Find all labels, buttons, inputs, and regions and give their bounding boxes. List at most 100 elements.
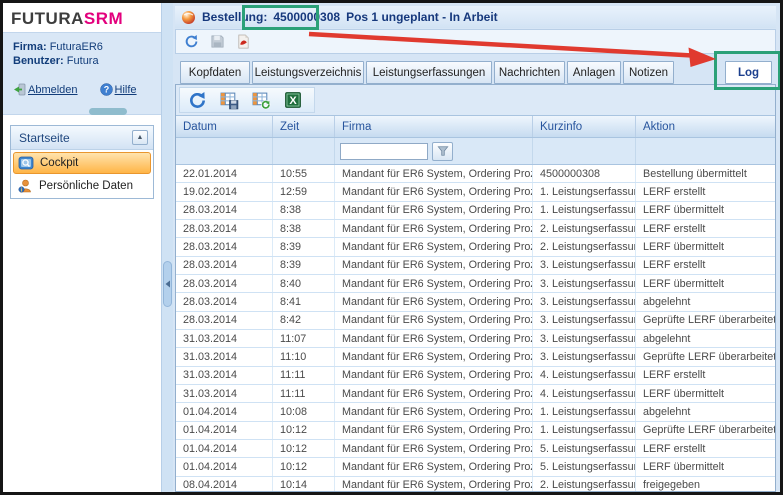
app-logo: FUTURASRM bbox=[3, 3, 161, 32]
cell-firma: Mandant für ER6 System, Ordering Prozess bbox=[335, 202, 533, 219]
order-toolbar bbox=[175, 29, 776, 54]
firma-filter-button[interactable] bbox=[432, 142, 453, 161]
svg-text:X: X bbox=[289, 95, 297, 107]
export-table-save-button[interactable] bbox=[220, 91, 239, 110]
table-row[interactable]: 01.04.2014 10:12 Mandant für ER6 System,… bbox=[176, 440, 775, 458]
table-row[interactable]: 31.03.2014 11:07 Mandant für ER6 System,… bbox=[176, 330, 775, 348]
cell-aktion: LERF übermittelt bbox=[636, 385, 775, 402]
tab-anlagen[interactable]: Anlagen bbox=[567, 61, 621, 84]
pdf-export-button[interactable] bbox=[236, 34, 251, 49]
table-row[interactable]: 19.02.2014 12:59 Mandant für ER6 System,… bbox=[176, 183, 775, 201]
table-row[interactable]: 28.03.2014 8:39 Mandant für ER6 System, … bbox=[176, 238, 775, 256]
cell-kurzinfo: 1. Leistungserfassung bbox=[533, 403, 636, 420]
column-header-datum[interactable]: Datum bbox=[176, 116, 273, 137]
tab-notizen[interactable]: Notizen bbox=[623, 61, 674, 84]
cell-firma: Mandant für ER6 System, Ordering Prozess bbox=[335, 477, 533, 491]
column-header-aktion[interactable]: Aktion bbox=[636, 116, 775, 137]
filter-cell-datum bbox=[176, 138, 273, 164]
cell-datum: 28.03.2014 bbox=[176, 293, 273, 310]
export-table-refresh-button[interactable] bbox=[252, 91, 271, 110]
cell-zeit: 8:42 bbox=[273, 312, 335, 329]
tab-kopfdaten[interactable]: Kopfdaten bbox=[180, 61, 250, 84]
table-row[interactable]: 28.03.2014 8:39 Mandant für ER6 System, … bbox=[176, 257, 775, 275]
splitter-collapse-handle[interactable] bbox=[163, 261, 172, 307]
table-row[interactable]: 28.03.2014 8:38 Mandant für ER6 System, … bbox=[176, 220, 775, 238]
cell-firma: Mandant für ER6 System, Ordering Prozess bbox=[335, 330, 533, 347]
cell-zeit: 8:41 bbox=[273, 293, 335, 310]
help-link[interactable]: ? Hilfe bbox=[100, 83, 137, 96]
cell-aktion: LERF übermittelt bbox=[636, 275, 775, 292]
table-row[interactable]: 01.04.2014 10:08 Mandant für ER6 System,… bbox=[176, 403, 775, 421]
help-icon: ? bbox=[100, 83, 113, 96]
table-row[interactable]: 28.03.2014 8:41 Mandant für ER6 System, … bbox=[176, 293, 775, 311]
table-row[interactable]: 01.04.2014 10:12 Mandant für ER6 System,… bbox=[176, 422, 775, 440]
filter-cell-aktion bbox=[636, 138, 775, 164]
save-icon bbox=[210, 34, 225, 49]
collapse-panel-button[interactable]: ▲ bbox=[132, 130, 148, 145]
cell-firma: Mandant für ER6 System, Ordering Prozess bbox=[335, 348, 533, 365]
splitter-grip[interactable] bbox=[89, 108, 127, 115]
table-row[interactable]: 31.03.2014 11:11 Mandant für ER6 System,… bbox=[176, 367, 775, 385]
firma-filter-input[interactable] bbox=[340, 143, 428, 160]
table-row[interactable]: 01.04.2014 10:12 Mandant für ER6 System,… bbox=[176, 458, 775, 476]
table-row[interactable]: 31.03.2014 11:11 Mandant für ER6 System,… bbox=[176, 385, 775, 403]
tab-nachrichten[interactable]: Nachrichten bbox=[494, 61, 565, 84]
log-toolbar: X bbox=[176, 85, 775, 115]
sidebar-item-persoenliche-daten[interactable]: i Persönliche Daten bbox=[13, 176, 151, 196]
cell-zeit: 11:11 bbox=[273, 385, 335, 402]
column-header-kurzinfo[interactable]: Kurzinfo bbox=[533, 116, 636, 137]
cell-kurzinfo: 2. Leistungserfassung bbox=[533, 220, 636, 237]
save-button[interactable] bbox=[210, 34, 225, 49]
cell-datum: 01.04.2014 bbox=[176, 458, 273, 475]
refresh-icon bbox=[184, 34, 199, 49]
cell-aktion: abgelehnt bbox=[636, 330, 775, 347]
cell-zeit: 11:07 bbox=[273, 330, 335, 347]
table-row[interactable]: 31.03.2014 11:10 Mandant für ER6 System,… bbox=[176, 348, 775, 366]
cell-datum: 31.03.2014 bbox=[176, 367, 273, 384]
cell-datum: 28.03.2014 bbox=[176, 312, 273, 329]
cell-aktion: LERF erstellt bbox=[636, 220, 775, 237]
cell-kurzinfo: 5. Leistungserfassung bbox=[533, 458, 636, 475]
cell-firma: Mandant für ER6 System, Ordering Prozess bbox=[335, 440, 533, 457]
table-row[interactable]: 22.01.2014 10:55 Mandant für ER6 System,… bbox=[176, 165, 775, 183]
startseite-panel: Startseite ▲ Cockpit i Persönliche Daten bbox=[10, 125, 154, 199]
cell-datum: 01.04.2014 bbox=[176, 403, 273, 420]
logo-srm: SRM bbox=[84, 9, 123, 28]
column-header-firma[interactable]: Firma bbox=[335, 116, 533, 137]
sidebar-horizontal-splitter[interactable] bbox=[3, 106, 161, 115]
logout-icon bbox=[13, 83, 26, 96]
refresh-button[interactable] bbox=[184, 34, 199, 49]
cell-datum: 31.03.2014 bbox=[176, 385, 273, 402]
tab-leistungserfassungen[interactable]: Leistungserfassungen bbox=[366, 61, 492, 84]
cell-zeit: 11:11 bbox=[273, 367, 335, 384]
cell-zeit: 10:12 bbox=[273, 440, 335, 457]
cell-aktion: Geprüfte LERF überarbeitet bbox=[636, 348, 775, 365]
cell-firma: Mandant für ER6 System, Ordering Prozess bbox=[335, 367, 533, 384]
refresh-table-button[interactable] bbox=[188, 91, 207, 110]
cell-kurzinfo: 1. Leistungserfassung bbox=[533, 202, 636, 219]
table-row[interactable]: 28.03.2014 8:38 Mandant für ER6 System, … bbox=[176, 202, 775, 220]
cell-kurzinfo: 3. Leistungserfassung bbox=[533, 275, 636, 292]
pdf-export-icon bbox=[236, 34, 251, 49]
logout-link[interactable]: Abmelden bbox=[13, 83, 78, 96]
cell-kurzinfo: 3. Leistungserfassung bbox=[533, 257, 636, 274]
cell-firma: Mandant für ER6 System, Ordering Prozess bbox=[335, 165, 533, 182]
cell-datum: 31.03.2014 bbox=[176, 348, 273, 365]
column-header-zeit[interactable]: Zeit bbox=[273, 116, 335, 137]
cell-aktion: freigegeben bbox=[636, 477, 775, 491]
cell-datum: 28.03.2014 bbox=[176, 238, 273, 255]
excel-export-button[interactable]: X bbox=[284, 91, 302, 109]
table-row[interactable]: 28.03.2014 8:40 Mandant für ER6 System, … bbox=[176, 275, 775, 293]
main-content: Bestellung: 4500000308 Pos 1 ungeplant -… bbox=[173, 3, 780, 492]
cell-zeit: 8:39 bbox=[273, 257, 335, 274]
tab-leistungsverzeichnis[interactable]: Leistungsverzeichnis bbox=[252, 61, 364, 84]
cell-aktion: abgelehnt bbox=[636, 293, 775, 310]
sidebar-item-cockpit[interactable]: Cockpit bbox=[13, 152, 151, 174]
main-vertical-splitter[interactable] bbox=[161, 3, 173, 492]
table-row[interactable]: 08.04.2014 10:14 Mandant für ER6 System,… bbox=[176, 477, 775, 491]
table-row[interactable]: 28.03.2014 8:42 Mandant für ER6 System, … bbox=[176, 312, 775, 330]
cell-firma: Mandant für ER6 System, Ordering Prozess bbox=[335, 293, 533, 310]
tab-log[interactable]: Log bbox=[725, 61, 772, 84]
cell-zeit: 10:55 bbox=[273, 165, 335, 182]
cell-datum: 01.04.2014 bbox=[176, 440, 273, 457]
